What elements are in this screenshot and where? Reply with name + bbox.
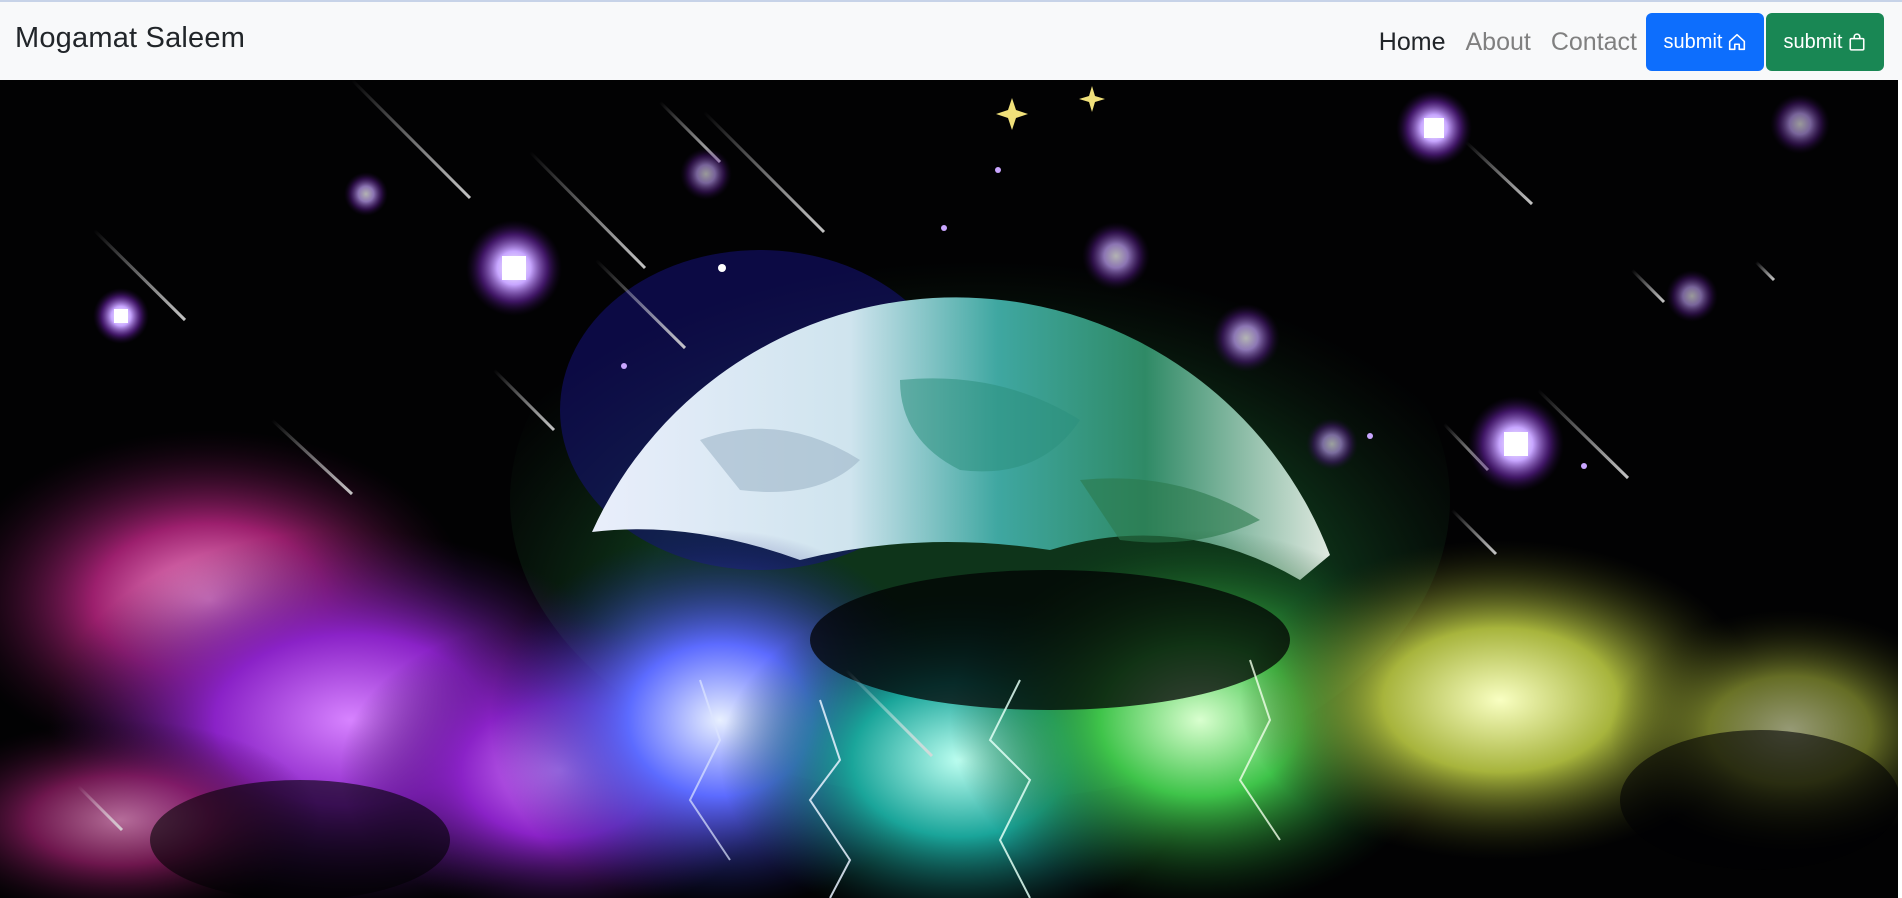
- submit-home-button[interactable]: submit: [1646, 13, 1764, 71]
- page-right-edge: [1898, 80, 1902, 898]
- navbar-brand[interactable]: Mogamat Saleem: [15, 22, 245, 55]
- nav-links: Home About Contact submit submit: [1379, 13, 1884, 71]
- nav-link-contact[interactable]: Contact: [1551, 28, 1637, 57]
- nav-link-about[interactable]: About: [1465, 28, 1530, 57]
- navbar: Mogamat Saleem Home About Contact submit…: [0, 2, 1902, 80]
- house-icon: [1729, 33, 1746, 51]
- space-moon-illustration: [0, 80, 1898, 898]
- submit-home-button-label: submit: [1663, 30, 1723, 53]
- submit-bag-button-label: submit: [1783, 30, 1843, 53]
- nav-link-home[interactable]: Home: [1379, 28, 1446, 57]
- submit-bag-button[interactable]: submit: [1766, 13, 1884, 71]
- hero-image: [0, 80, 1898, 898]
- bag-icon: [1849, 33, 1865, 51]
- page: Mogamat Saleem Home About Contact submit…: [0, 0, 1902, 898]
